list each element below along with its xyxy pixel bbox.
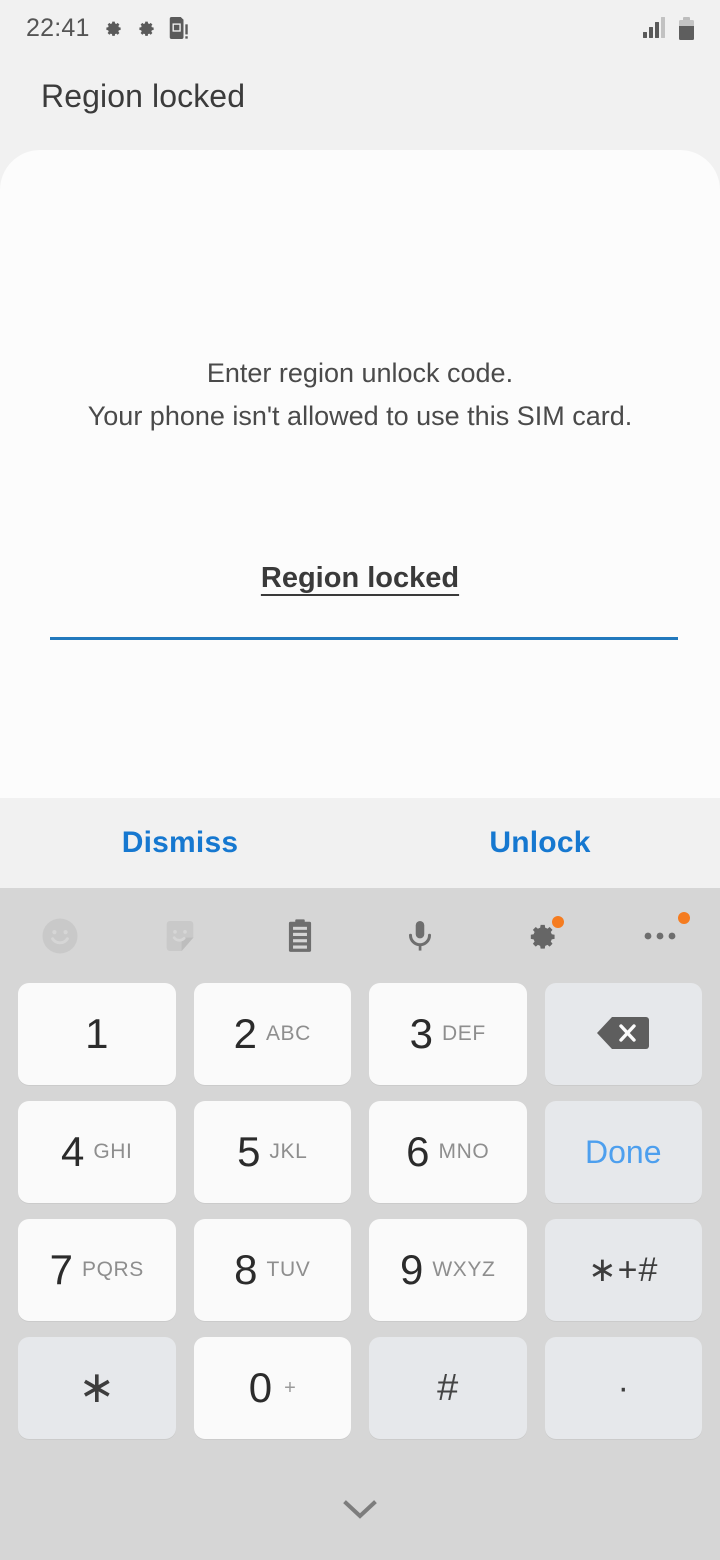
phone-screen: 22:41 Region locked Enter region unlock … xyxy=(0,0,720,1560)
keypad-row: 4 GHI 5 JKL 6 MNO Done xyxy=(18,1101,702,1203)
region-lock-card: Enter region unlock code. Your phone isn… xyxy=(0,150,720,798)
key-letters: JKL xyxy=(269,1140,308,1163)
more-options-badge xyxy=(678,912,690,924)
key-0[interactable]: 0 + xyxy=(193,1337,351,1439)
page-title: Region locked xyxy=(41,78,246,114)
key-4[interactable]: 4 GHI xyxy=(18,1101,176,1203)
key-digit: 0 xyxy=(248,1364,273,1411)
key-digit: 3 xyxy=(409,1010,434,1057)
microphone-icon[interactable] xyxy=(360,888,480,983)
key-digit: 9 xyxy=(400,1246,424,1293)
keyboard-bottom-bar xyxy=(0,1474,720,1560)
key-digit: 7 xyxy=(49,1246,73,1293)
backspace-icon xyxy=(594,1013,652,1056)
status-bar: 22:41 xyxy=(0,0,720,56)
region-locked-link[interactable]: Region locked xyxy=(0,562,720,595)
keypad: 1 2 ABC 3 DEF 4 GHI 5 JKL 6 MNO Done 7 P… xyxy=(0,983,720,1439)
clipboard-icon[interactable] xyxy=(240,888,360,983)
key-9[interactable]: 9 WXYZ xyxy=(369,1219,527,1321)
keyboard-toolbar xyxy=(0,888,720,983)
signal-strength-icon xyxy=(643,17,665,38)
status-bar-left: 22:41 xyxy=(26,14,189,43)
key-glyph: ∗ xyxy=(78,1363,116,1412)
key-asterisk[interactable]: ∗ xyxy=(18,1337,176,1439)
key-2[interactable]: 2 ABC xyxy=(193,983,351,1085)
hide-keyboard-button[interactable] xyxy=(330,1492,390,1532)
gear-icon[interactable] xyxy=(480,888,600,983)
key-digit: 6 xyxy=(406,1128,430,1175)
dialog-actions: Dismiss Unlock xyxy=(0,798,720,888)
key-letters: DEF xyxy=(442,1022,486,1045)
sim-card-alert-icon xyxy=(167,16,189,40)
key-digit: 8 xyxy=(234,1246,258,1293)
backspace-key[interactable] xyxy=(544,983,702,1085)
key-letters: WXYZ xyxy=(432,1258,496,1281)
key-3[interactable]: 3 DEF xyxy=(369,983,527,1085)
keypad-row: 1 2 ABC 3 DEF xyxy=(18,983,702,1085)
key-letters: MNO xyxy=(438,1140,490,1163)
chevron-down-icon xyxy=(343,1499,377,1526)
dialog-message-line-2: Your phone isn't allowed to use this SIM… xyxy=(87,401,633,431)
keypad-row: ∗ 0 + # · xyxy=(18,1337,702,1439)
dialog-message: Enter region unlock code. Your phone isn… xyxy=(0,352,720,438)
key-digit: 2 xyxy=(233,1010,257,1057)
key-8[interactable]: 8 TUV xyxy=(193,1219,351,1321)
key-digit: 4 xyxy=(61,1128,85,1175)
key-7[interactable]: 7 PQRS xyxy=(18,1219,176,1321)
sticker-icon[interactable] xyxy=(120,888,240,983)
key-6[interactable]: 6 MNO xyxy=(369,1101,527,1203)
key-1[interactable]: 1 xyxy=(18,983,176,1085)
gear-icon xyxy=(134,17,156,39)
gear-icon xyxy=(101,17,123,39)
keypad-row: 7 PQRS 8 TUV 9 WXYZ ∗+# xyxy=(18,1219,702,1321)
key-digit: 5 xyxy=(237,1128,261,1175)
key-letters: ABC xyxy=(265,1022,311,1045)
key-5[interactable]: 5 JKL xyxy=(193,1101,351,1203)
emoji-icon[interactable] xyxy=(0,888,120,983)
key-letters: TUV xyxy=(266,1258,311,1281)
dialog-message-line-1: Enter region unlock code. xyxy=(206,358,514,388)
status-bar-clock: 22:41 xyxy=(26,13,90,42)
unlock-button[interactable]: Unlock xyxy=(360,798,720,888)
key-glyph: · xyxy=(617,1368,629,1407)
key-digit: 1 xyxy=(85,1010,109,1057)
status-bar-right xyxy=(643,16,694,40)
battery-icon xyxy=(679,16,694,40)
gear-badge xyxy=(552,916,564,928)
key-letters: PQRS xyxy=(81,1258,144,1281)
key-plus: + xyxy=(284,1376,296,1399)
key-period[interactable]: · xyxy=(544,1337,702,1439)
done-key[interactable]: Done xyxy=(544,1101,702,1203)
key-glyph: # xyxy=(437,1366,459,1409)
symbols-key-label: ∗+# xyxy=(588,1251,659,1289)
key-letters: GHI xyxy=(93,1140,133,1163)
key-hash[interactable]: # xyxy=(369,1337,527,1439)
done-key-label: Done xyxy=(585,1133,662,1170)
numeric-keyboard: 1 2 ABC 3 DEF 4 GHI 5 JKL 6 MNO Done 7 P… xyxy=(0,888,720,1560)
symbols-key[interactable]: ∗+# xyxy=(544,1219,702,1321)
dismiss-button[interactable]: Dismiss xyxy=(0,798,360,888)
more-options-icon[interactable] xyxy=(600,888,720,983)
